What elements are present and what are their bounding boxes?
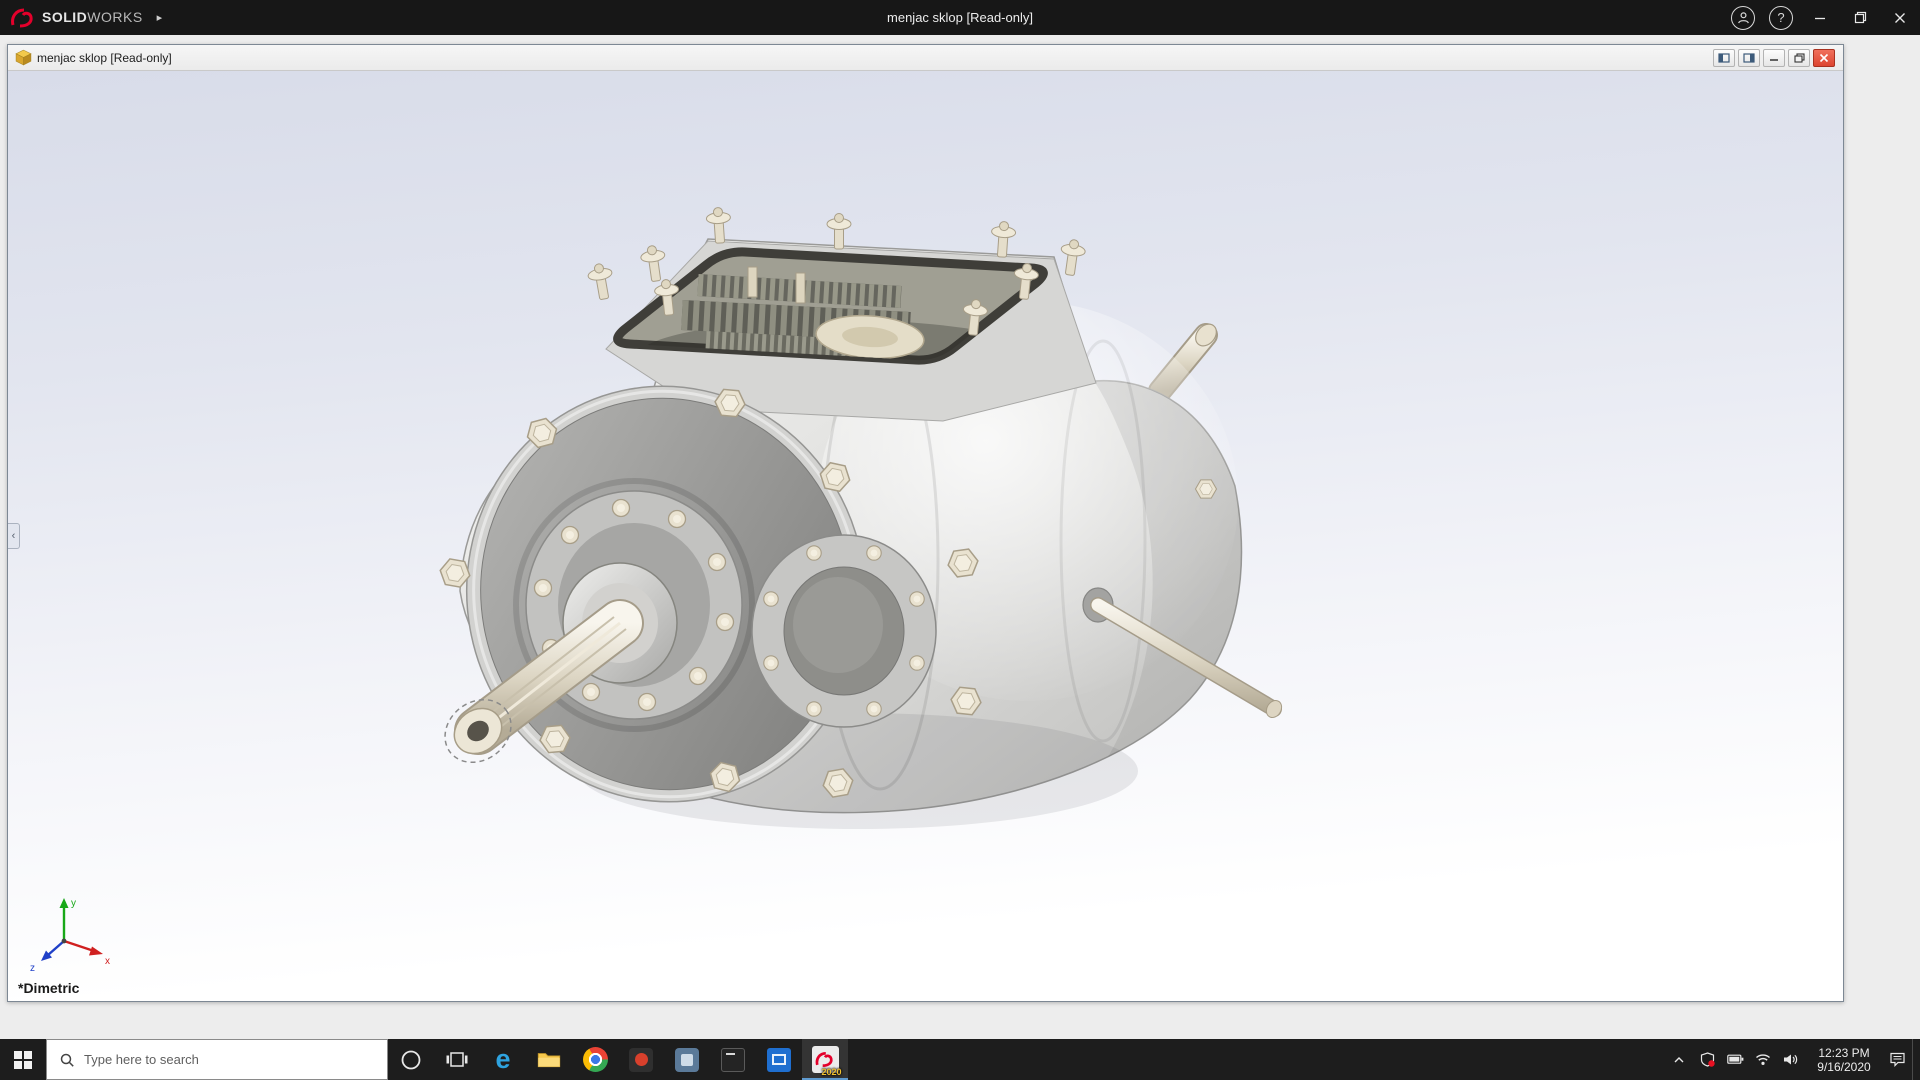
- taskbar-chrome-button[interactable]: [572, 1039, 618, 1080]
- brand-text-solid: SOLID: [42, 8, 88, 25]
- restore-icon: [1854, 11, 1866, 24]
- cortana-icon: [401, 1050, 421, 1069]
- tray-volume-button[interactable]: [1778, 1039, 1804, 1080]
- viewport-3d[interactable]: y x z *Dimetric ‹: [8, 71, 1843, 1001]
- feature-panel-toggle-button[interactable]: ‹: [8, 523, 20, 549]
- solidworks-logo-icon: [11, 8, 33, 27]
- search-input[interactable]: [84, 1052, 387, 1067]
- clock-time: 12:23 PM: [1818, 1045, 1870, 1060]
- triad-x-arrow-icon: [89, 946, 103, 956]
- taskbar-app1-button[interactable]: [618, 1039, 664, 1080]
- speaker-icon: [1784, 1054, 1798, 1065]
- clock-date: 9/16/2020: [1817, 1059, 1871, 1074]
- start-button[interactable]: [0, 1039, 46, 1080]
- brand-text-works: WORKS: [87, 8, 143, 25]
- app-window-title: menjac sklop [Read-only]: [887, 10, 1033, 25]
- help-icon: ?: [1777, 10, 1785, 25]
- app-minimize-button[interactable]: [1800, 0, 1840, 35]
- doc-restore-icon: [1793, 52, 1805, 63]
- doc-close-icon: [1819, 53, 1829, 62]
- window-pane-right-icon: [1743, 52, 1755, 63]
- chevron-up-icon: [1674, 1056, 1684, 1062]
- tray-battery-button[interactable]: [1722, 1039, 1748, 1080]
- file-explorer-icon: [537, 1053, 561, 1068]
- triad-y-label: y: [71, 898, 76, 909]
- app-restore-button[interactable]: [1840, 0, 1880, 35]
- taskbar-cortana-button[interactable]: [388, 1039, 434, 1080]
- doc-restore-button[interactable]: [1788, 48, 1810, 67]
- gearbox-model[interactable]: [8, 71, 1843, 1001]
- doc-minimize-icon: [1770, 59, 1778, 61]
- account-icon: [1737, 12, 1749, 24]
- triad-x-label: x: [105, 956, 110, 967]
- show-desktop-button[interactable]: [1912, 1039, 1918, 1080]
- app-titlebar: SOLIDWORKS ▸ menjac sklop [Read-only] ?: [0, 0, 1920, 35]
- battery-icon: [1726, 1054, 1743, 1064]
- close-icon: [1895, 12, 1905, 23]
- shield-icon: [1700, 1052, 1715, 1067]
- wifi-icon: [1756, 1054, 1770, 1065]
- blue-window-app-icon: [767, 1047, 791, 1072]
- windows-logo-icon: [14, 1050, 32, 1069]
- doc-pane-left-button[interactable]: [1713, 48, 1735, 67]
- task-view-icon: [446, 1052, 468, 1067]
- account-button[interactable]: [1731, 5, 1755, 30]
- taskbar-app3-button[interactable]: [756, 1039, 802, 1080]
- solidworks-version-badge: 2020: [821, 1067, 842, 1077]
- tray-expand-button[interactable]: [1666, 1039, 1692, 1080]
- action-center-button[interactable]: [1884, 1039, 1910, 1080]
- notification-badge: [1707, 1060, 1715, 1067]
- taskbar-search[interactable]: [46, 1039, 388, 1080]
- taskbar: e 2020: [0, 1039, 1920, 1080]
- minimize-icon: [1815, 17, 1825, 19]
- chevron-left-icon: ‹: [11, 530, 16, 542]
- search-icon: [60, 1053, 74, 1067]
- side-round-cover[interactable]: [751, 534, 937, 728]
- document-window: menjac sklop [Read-only] y x z *Dimetric…: [7, 44, 1844, 1002]
- blue-app-icon: [675, 1047, 699, 1072]
- taskbar-terminal-button[interactable]: [710, 1039, 756, 1080]
- app-close-button[interactable]: [1880, 0, 1920, 35]
- doc-pane-right-button[interactable]: [1738, 48, 1760, 67]
- menu-expand-arrow-icon[interactable]: ▸: [157, 11, 163, 24]
- tray-network-button[interactable]: [1750, 1039, 1776, 1080]
- task-view-button[interactable]: [434, 1039, 480, 1080]
- help-button[interactable]: ?: [1769, 5, 1793, 30]
- orientation-triad[interactable]: y x z: [22, 893, 114, 973]
- screen: SOLIDWORKS ▸ menjac sklop [Read-only] ?: [0, 0, 1920, 1080]
- body-side-bolt[interactable]: [1194, 479, 1218, 499]
- red-app-icon: [629, 1047, 653, 1072]
- solidworks-brand: SOLIDWORKS ▸: [0, 7, 162, 29]
- window-pane-left-icon: [1718, 52, 1730, 63]
- taskbar-clock[interactable]: 12:23 PM 9/16/2020: [1806, 1046, 1882, 1074]
- action-center-icon: [1889, 1052, 1905, 1067]
- chrome-icon: [582, 1047, 608, 1072]
- taskbar-app2-button[interactable]: [664, 1039, 710, 1080]
- doc-close-button[interactable]: [1813, 48, 1835, 67]
- tray-security-button[interactable]: [1694, 1039, 1720, 1080]
- edge-icon: e: [495, 1044, 511, 1074]
- view-orientation-label: *Dimetric: [18, 980, 80, 996]
- doc-minimize-button[interactable]: [1763, 48, 1785, 67]
- taskbar-file-explorer-button[interactable]: [526, 1039, 572, 1080]
- terminal-icon: [721, 1047, 745, 1072]
- triad-y-arrow-icon: [59, 898, 69, 908]
- solidworks-app-icon: 2020: [811, 1046, 842, 1077]
- triad-z-label: z: [30, 963, 35, 973]
- taskbar-edge-button[interactable]: e: [480, 1039, 526, 1080]
- system-tray: 12:23 PM 9/16/2020: [1666, 1039, 1920, 1080]
- app-window-controls: ?: [1724, 0, 1920, 35]
- assembly-document-icon: [15, 49, 32, 66]
- taskbar-solidworks-button[interactable]: 2020: [802, 1039, 848, 1080]
- document-window-controls: [1713, 48, 1839, 67]
- document-title: menjac sklop [Read-only]: [37, 50, 172, 65]
- solidworks-app-glyph-icon: [815, 1052, 833, 1067]
- document-titlebar: menjac sklop [Read-only]: [8, 45, 1843, 71]
